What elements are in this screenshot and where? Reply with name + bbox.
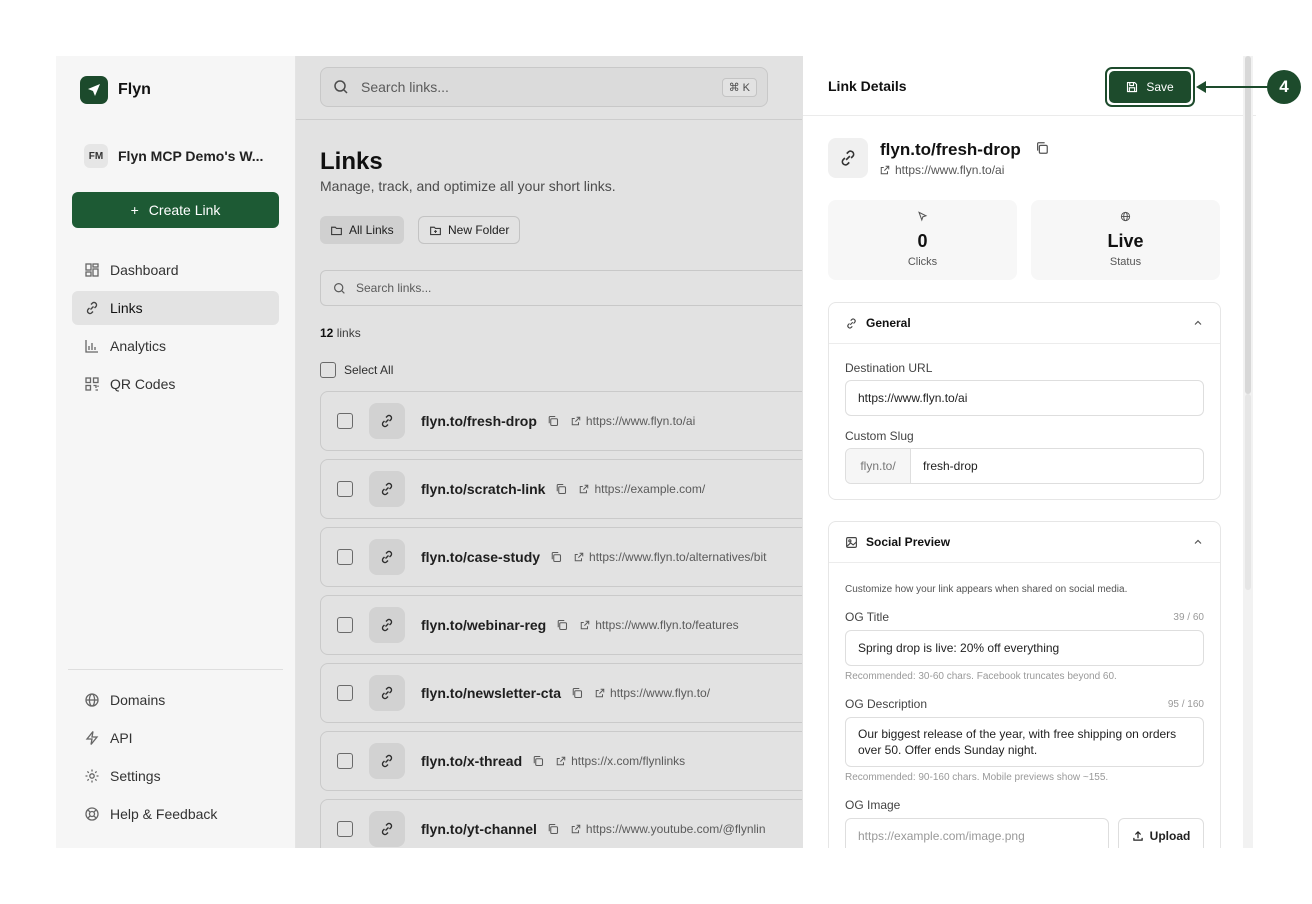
step-badge: 4 bbox=[1267, 70, 1301, 104]
og-title-input[interactable]: Spring drop is live: 20% off everything bbox=[845, 630, 1204, 666]
sidebar-item-links[interactable]: Links bbox=[72, 291, 279, 325]
custom-slug-value: fresh-drop bbox=[923, 459, 978, 473]
slug-prefix: flyn.to/ bbox=[846, 449, 911, 483]
sidebar-item-dashboard[interactable]: Dashboard bbox=[72, 253, 279, 287]
annotation-arrowhead bbox=[1196, 81, 1206, 93]
social-preview-title: Social Preview bbox=[866, 535, 951, 549]
globe-icon bbox=[85, 693, 99, 707]
sidebar-item-settings[interactable]: Settings bbox=[72, 759, 279, 793]
sidebar-item-qr-codes[interactable]: QR Codes bbox=[72, 367, 279, 401]
link-icon bbox=[86, 301, 98, 315]
workspace-avatar: FM bbox=[84, 144, 108, 168]
og-image-placeholder: https://example.com/image.png bbox=[858, 829, 1025, 843]
og-image-input[interactable]: https://example.com/image.png bbox=[845, 818, 1109, 848]
app-window: Flyn FM Flyn MCP Demo's W... + Create Li… bbox=[56, 56, 1256, 848]
general-section: General Destination URL https://www.flyn… bbox=[828, 302, 1221, 500]
clicks-label: Clicks bbox=[907, 256, 938, 268]
social-preview-header[interactable]: Social Preview bbox=[829, 522, 1220, 563]
sidebar-item-label: Dashboard bbox=[110, 262, 179, 278]
sidebar-item-label: Settings bbox=[110, 768, 161, 784]
social-preview-section: Social Preview Customize how your link a… bbox=[828, 521, 1221, 848]
panel-header: Link Details Save bbox=[803, 56, 1256, 116]
upload-icon bbox=[1132, 831, 1143, 841]
sidebar-item-label: Help & Feedback bbox=[110, 806, 218, 822]
qr-code-icon bbox=[85, 377, 99, 391]
panel-scrollbar[interactable] bbox=[1243, 56, 1253, 848]
create-link-button[interactable]: + Create Link bbox=[72, 192, 279, 228]
og-title-hint: Recommended: 30-60 chars. Facebook trunc… bbox=[845, 671, 1117, 682]
custom-slug-input[interactable]: flyn.to/ fresh-drop bbox=[845, 448, 1204, 484]
save-label: Save bbox=[1146, 80, 1174, 94]
sidebar-divider bbox=[68, 669, 283, 670]
og-description-input[interactable]: Our biggest release of the year, with fr… bbox=[845, 717, 1204, 767]
social-preview-helper: Customize how your link appears when sha… bbox=[845, 584, 1128, 595]
brand[interactable]: Flyn bbox=[80, 76, 151, 104]
custom-slug-label: Custom Slug bbox=[845, 429, 914, 443]
sidebar-item-help[interactable]: Help & Feedback bbox=[72, 797, 279, 831]
sidebar-item-label: Analytics bbox=[110, 338, 167, 354]
sidebar-item-label: QR Codes bbox=[110, 376, 176, 392]
chevron-up-icon[interactable] bbox=[1192, 317, 1204, 329]
plus-icon: + bbox=[130, 202, 139, 218]
link-avatar bbox=[828, 138, 868, 178]
external-link-icon bbox=[880, 165, 890, 175]
cursor-icon bbox=[918, 211, 928, 222]
general-section-header[interactable]: General bbox=[829, 303, 1220, 344]
workspace-name: Flyn MCP Demo's W... bbox=[118, 148, 264, 164]
status-value: Live bbox=[1107, 231, 1144, 251]
lifebuoy-icon bbox=[85, 807, 99, 821]
sidebar-item-label: Domains bbox=[110, 692, 166, 708]
brand-name: Flyn bbox=[118, 81, 151, 98]
lightning-icon bbox=[85, 731, 99, 745]
destination-url-input[interactable]: https://www.flyn.to/ai bbox=[845, 380, 1204, 416]
general-section-title: General bbox=[866, 316, 911, 330]
chevron-up-icon[interactable] bbox=[1192, 536, 1204, 548]
link-icon bbox=[841, 150, 855, 166]
og-title-label: OG Title bbox=[845, 610, 890, 624]
save-icon bbox=[1127, 81, 1138, 93]
annotation-arrow-line bbox=[1204, 86, 1268, 88]
gear-icon bbox=[85, 769, 99, 783]
globe-icon bbox=[1120, 211, 1131, 222]
sidebar: Flyn FM Flyn MCP Demo's W... + Create Li… bbox=[56, 56, 296, 848]
upload-button[interactable]: Upload bbox=[1118, 818, 1204, 848]
panel-title: Link Details bbox=[828, 78, 907, 94]
clicks-stat: 0 Clicks bbox=[828, 200, 1017, 280]
og-description-value: Our biggest release of the year, with fr… bbox=[858, 727, 1177, 757]
image-icon bbox=[846, 536, 857, 548]
dashboard-icon bbox=[85, 263, 99, 277]
link-destination[interactable]: https://www.flyn.to/ai bbox=[880, 163, 1004, 177]
flyn-logo-icon bbox=[80, 76, 108, 104]
og-title-value: Spring drop is live: 20% off everything bbox=[858, 641, 1060, 655]
og-title-count: 39 / 60 bbox=[1173, 612, 1204, 623]
og-description-count: 95 / 160 bbox=[1167, 699, 1204, 710]
og-image-label: OG Image bbox=[845, 798, 901, 812]
sidebar-item-analytics[interactable]: Analytics bbox=[72, 329, 279, 363]
link-details-panel: Link Details Save flyn.to/fresh-drop htt… bbox=[802, 56, 1256, 848]
destination-url-value: https://www.flyn.to/ai bbox=[858, 391, 968, 405]
og-description-hint: Recommended: 90-160 chars. Mobile previe… bbox=[845, 772, 1109, 783]
sidebar-item-label: API bbox=[110, 730, 133, 746]
workspace-switcher[interactable]: FM Flyn MCP Demo's W... bbox=[84, 144, 263, 168]
create-link-label: Create Link bbox=[148, 202, 221, 218]
sidebar-item-label: Links bbox=[110, 300, 143, 316]
og-description-label: OG Description bbox=[845, 697, 928, 711]
status-label: Status bbox=[1109, 256, 1142, 268]
sidebar-item-api[interactable]: API bbox=[72, 721, 279, 755]
status-stat: Live Status bbox=[1031, 200, 1220, 280]
scroll-track-segment bbox=[1245, 394, 1251, 590]
link-short-url: flyn.to/fresh-drop bbox=[880, 140, 1021, 159]
clicks-value: 0 bbox=[917, 231, 928, 251]
upload-label: Upload bbox=[1149, 829, 1191, 843]
link-icon bbox=[847, 317, 856, 329]
sidebar-item-domains[interactable]: Domains bbox=[72, 683, 279, 717]
destination-url-label: Destination URL bbox=[845, 361, 933, 375]
copy-icon[interactable] bbox=[1035, 141, 1049, 160]
bar-chart-icon bbox=[85, 340, 98, 353]
link-destination-text: https://www.flyn.to/ai bbox=[895, 163, 1005, 177]
scroll-thumb[interactable] bbox=[1245, 56, 1251, 394]
save-button[interactable]: Save bbox=[1109, 71, 1191, 103]
